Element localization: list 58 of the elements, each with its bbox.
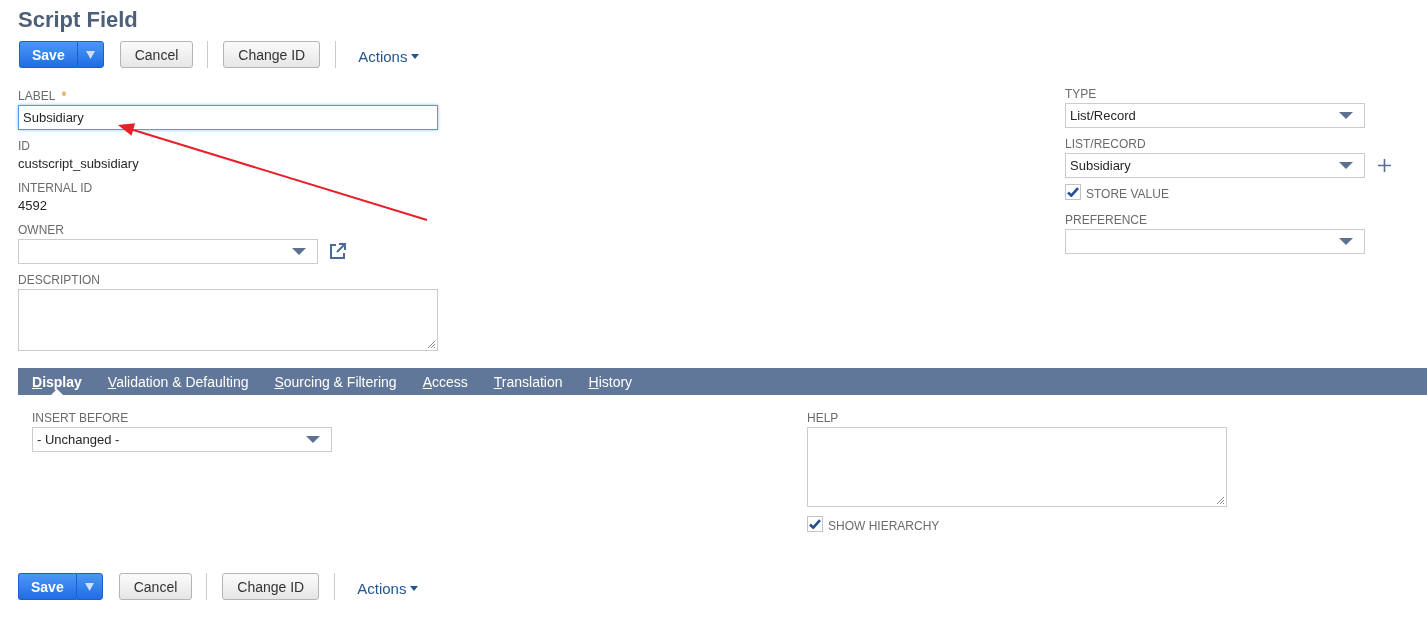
- cancel-button[interactable]: Cancel: [119, 41, 194, 68]
- save-menu-button[interactable]: [76, 41, 104, 68]
- dropdown-field[interactable]: - Unchanged -: [32, 427, 332, 452]
- caret-icon: [85, 50, 95, 59]
- check-icon: [809, 519, 821, 529]
- field-label: PREFERENCE: [1065, 213, 1147, 227]
- field-label: LABEL: [18, 89, 56, 103]
- required-mark: *: [61, 89, 67, 103]
- tab[interactable]: Sourcing & Filtering: [261, 368, 410, 395]
- caret-icon: [410, 586, 419, 591]
- tab[interactable]: Access: [409, 368, 481, 395]
- resize-grip-icon[interactable]: [428, 341, 435, 348]
- caret-icon: [84, 582, 94, 591]
- checkbox-label: SHOW HIERARCHY: [828, 519, 940, 533]
- page-title: Script Field: [18, 6, 138, 34]
- tab[interactable]: Translation: [480, 368, 576, 395]
- external-link-icon[interactable]: [329, 243, 346, 260]
- dropdown-field[interactable]: Subsidiary: [1065, 153, 1365, 178]
- dropdown-field[interactable]: [1065, 229, 1365, 254]
- actions-menu-button[interactable]: Actions: [357, 580, 419, 597]
- dropdown-field[interactable]: [18, 239, 318, 264]
- field-value: custscript_subsidiary: [18, 156, 139, 172]
- caret-icon: [1339, 162, 1353, 169]
- tab[interactable]: Display: [19, 368, 95, 395]
- resize-grip-icon[interactable]: [1217, 497, 1224, 504]
- checkbox[interactable]: [807, 516, 823, 532]
- checkbox[interactable]: [1065, 184, 1081, 200]
- field-label: DESCRIPTION: [18, 273, 100, 287]
- save-button[interactable]: Save: [18, 573, 76, 600]
- change-id-button[interactable]: Change ID: [223, 41, 321, 68]
- checkbox-label: STORE VALUE: [1086, 187, 1169, 201]
- caret-icon: [306, 436, 320, 443]
- text-input-field[interactable]: Subsidiary: [18, 105, 438, 130]
- tab[interactable]: Validation & Defaulting: [94, 368, 262, 395]
- field-label: TYPE: [1065, 87, 1097, 101]
- actions-menu-button[interactable]: Actions: [358, 48, 420, 65]
- caret-icon: [1339, 112, 1353, 119]
- field-label: HELP: [807, 411, 839, 425]
- field-label: ID: [18, 139, 30, 153]
- text-area-field[interactable]: [18, 289, 438, 351]
- change-id-button[interactable]: Change ID: [222, 573, 320, 600]
- field-label: INTERNAL ID: [18, 181, 93, 195]
- add-icon[interactable]: [1378, 159, 1391, 172]
- field-value: 4592: [18, 198, 47, 214]
- caret-icon: [292, 248, 306, 255]
- tab[interactable]: History: [575, 368, 646, 395]
- check-icon: [1067, 187, 1079, 197]
- dropdown-field[interactable]: List/Record: [1065, 103, 1365, 128]
- field-label: OWNER: [18, 223, 64, 237]
- caret-icon: [411, 54, 420, 59]
- save-menu-button[interactable]: [75, 573, 103, 600]
- save-button[interactable]: Save: [19, 41, 77, 68]
- field-label: LIST/RECORD: [1065, 137, 1146, 151]
- field-label: INSERT BEFORE: [32, 411, 129, 425]
- text-area-field[interactable]: [807, 427, 1227, 507]
- selected-tab-notch-icon: [50, 389, 63, 395]
- caret-icon: [1339, 238, 1353, 245]
- cancel-button[interactable]: Cancel: [118, 573, 193, 600]
